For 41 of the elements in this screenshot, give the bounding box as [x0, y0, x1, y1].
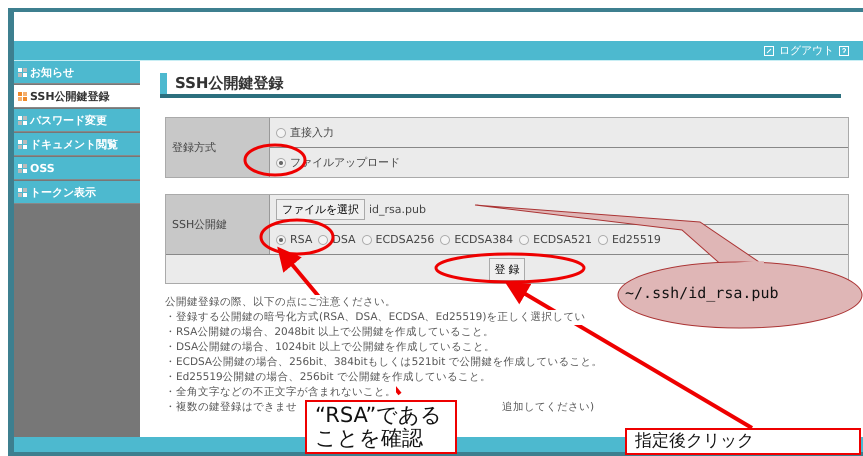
sidebar-item[interactable]: OSS: [14, 157, 140, 180]
radio-button[interactable]: [440, 234, 450, 244]
grid-icon: [18, 164, 27, 172]
radio-label: 直接入力: [290, 125, 334, 140]
radio-button[interactable]: [276, 158, 286, 168]
note-text: 追加してください): [502, 400, 594, 415]
register-button[interactable]: 登 録: [489, 258, 525, 280]
square-icon: [764, 46, 774, 56]
grid-icon: [18, 116, 27, 124]
radio-button[interactable]: [318, 234, 328, 244]
radio-label: ECDSA256: [376, 233, 434, 246]
radio-label: Ed25519: [612, 233, 661, 246]
radio-label: ECDSA521: [533, 233, 592, 246]
radio-button[interactable]: [276, 234, 286, 244]
page-title: SSH公開鍵登録: [175, 74, 284, 93]
logout-link[interactable]: ログアウト: [779, 43, 834, 58]
sidebar-item[interactable]: パスワード変更: [14, 109, 140, 132]
radio-button[interactable]: [362, 234, 372, 244]
choose-file-button[interactable]: ファイルを選択: [276, 199, 365, 220]
radio-label: RSA: [290, 233, 312, 246]
note-box: 指定後クリック: [625, 428, 861, 455]
callout-text: ~/.ssh/id_rsa.pub: [625, 284, 779, 302]
sidebar-item[interactable]: ドキュメント閲覧: [14, 133, 140, 156]
note-box: “RSA”であることを確認: [305, 400, 457, 454]
grid-icon: [18, 92, 27, 100]
radio-button[interactable]: [598, 234, 608, 244]
sidebar-item[interactable]: トークン表示: [14, 181, 140, 204]
field-label: 登録方式: [166, 118, 270, 177]
title-marker: [160, 73, 167, 94]
radio-button[interactable]: [519, 234, 530, 244]
radio-button[interactable]: [276, 128, 286, 138]
grid-icon: [18, 188, 27, 196]
sidebar-item[interactable]: SSH公開鍵登録: [14, 85, 140, 108]
radio-label: DSA: [332, 233, 356, 246]
help-icon[interactable]: [839, 46, 849, 56]
grid-icon: [18, 68, 27, 76]
field-label: SSH公開鍵: [166, 195, 270, 254]
file-name: id_rsa.pub: [369, 203, 426, 216]
grid-icon: [18, 140, 27, 148]
radio-label: ECDSA384: [454, 233, 514, 246]
sidebar-item[interactable]: お知らせ: [14, 61, 140, 84]
